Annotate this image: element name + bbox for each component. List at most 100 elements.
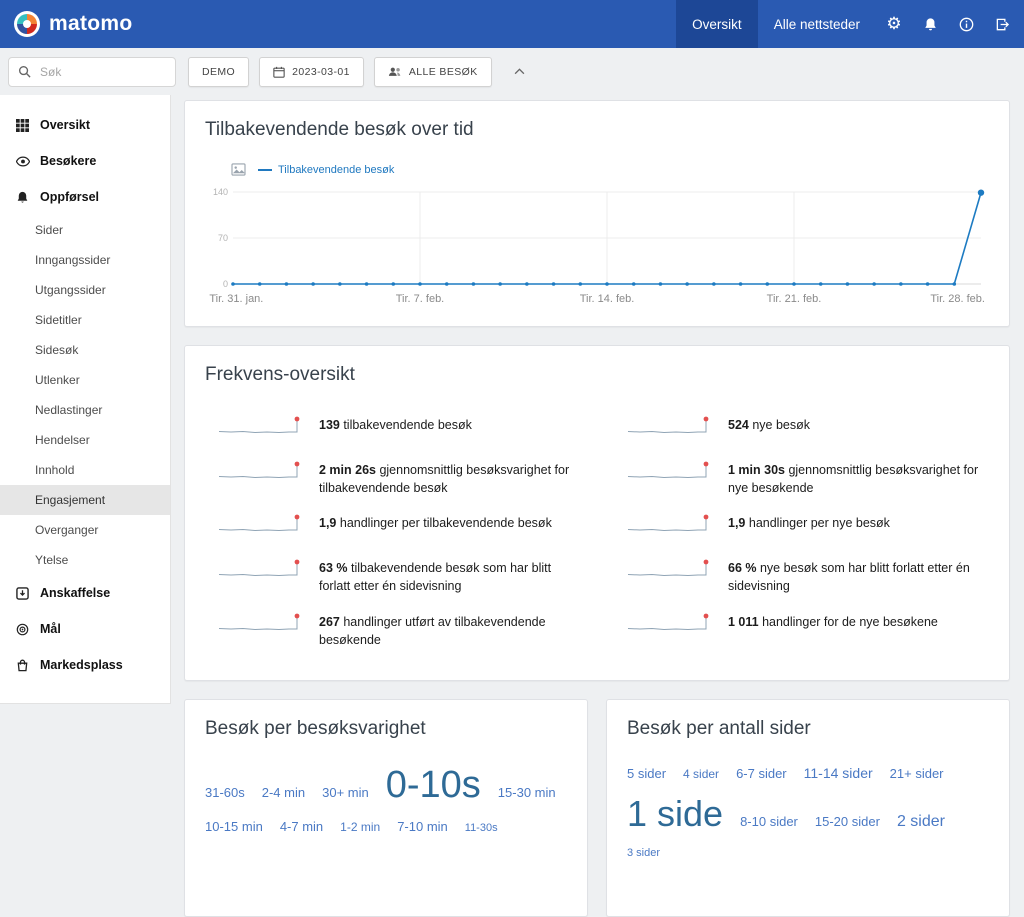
frequency-stat-row: 1,9 handlinger per tilbakevendende besøk [217, 510, 580, 542]
sidebar-item-label: Besøkere [40, 154, 96, 168]
sidebar-item-label: Inngangssider [35, 253, 110, 267]
svg-text:0: 0 [223, 279, 228, 289]
frequency-grid: 139 tilbakevendende besøk 2 min 26s gjenn… [205, 386, 989, 670]
cloud-word-2-4-min[interactable]: 2-4 min [262, 786, 305, 799]
cloud-word-2-sider[interactable]: 2 sider [897, 814, 945, 830]
cloud-word-1-side[interactable]: 1 side [627, 796, 723, 832]
sparkline-chart[interactable] [626, 609, 714, 641]
cloud-word-15-20-sider[interactable]: 15-20 sider [815, 815, 880, 828]
cloud-word-5-sider[interactable]: 5 sider [627, 767, 666, 780]
sidebar-item-markedsplass[interactable]: Markedsplass [0, 647, 170, 683]
sidebar-item-ytelse[interactable]: Ytelse [0, 545, 170, 575]
frequency-card: Frekvens-oversikt 139 tilbakevendende be… [184, 345, 1010, 681]
stat-text: 2 min 26s gjennomsnittlig besøksvarighet… [319, 457, 580, 497]
cloud-word-30-min[interactable]: 30+ min [322, 786, 369, 799]
calendar-icon [273, 66, 285, 78]
sidebar-item-engasjement[interactable]: Engasjement [0, 485, 170, 515]
chart-legend[interactable]: Tilbakevendende besøk [258, 164, 394, 176]
sparkline-chart[interactable] [217, 555, 305, 587]
cloud-word-31-60s[interactable]: 31-60s [205, 786, 245, 799]
cloud-word-11-14-sider[interactable]: 11-14 sider [804, 766, 873, 780]
sparkline-chart[interactable] [626, 510, 714, 542]
nav-tab-oversikt[interactable]: Oversikt [676, 0, 758, 48]
svg-text:70: 70 [218, 233, 228, 243]
sidebar-item-overganger[interactable]: Overganger [0, 515, 170, 545]
visit-duration-card: Besøk per besøksvarighet 31-60s2-4 min30… [184, 699, 588, 917]
sidebar-item-oppf-rsel[interactable]: Oppførsel [0, 179, 170, 215]
brand-name: matomo [49, 12, 132, 36]
sidebar-item-sidetitler[interactable]: Sidetitler [0, 305, 170, 335]
collapse-header-button[interactable] [508, 60, 532, 84]
evolution-line-chart[interactable]: 140700 [205, 182, 989, 290]
search-icon [18, 65, 31, 78]
sidebar-item-anskaffelse[interactable]: Anskaffelse [0, 575, 170, 611]
cloud-word-1-2-min[interactable]: 1-2 min [340, 821, 380, 833]
stat-value: 1,9 [319, 516, 336, 530]
search-box[interactable] [8, 57, 176, 87]
cloud-word-0-10s[interactable]: 0-10s [386, 766, 481, 804]
legend-swatch [258, 169, 272, 171]
sidebar-item-label: Overganger [35, 523, 98, 537]
search-input[interactable] [38, 64, 166, 80]
sparkline-chart[interactable] [626, 457, 714, 489]
sparkline-chart[interactable] [217, 609, 305, 641]
matomo-logo-icon [14, 11, 40, 37]
sidebar-item-label: Utlenker [35, 373, 80, 387]
frequency-stat-row: 66 % nye besøk som har blitt forlatt ett… [626, 555, 989, 595]
stat-text: 139 tilbakevendende besøk [319, 412, 472, 434]
cloud-word-6-7-sider[interactable]: 6-7 sider [736, 767, 787, 780]
cloud-word-21-sider[interactable]: 21+ sider [890, 767, 944, 780]
frequency-column-new: 524 nye besøk1 min 30s gjennomsnittlig b… [626, 412, 989, 662]
matomo-brand[interactable]: matomo [14, 11, 132, 37]
sparkline-chart[interactable] [217, 510, 305, 542]
stat-value: 1,9 [728, 516, 745, 530]
sidebar-item-label: Nedlastinger [35, 403, 102, 417]
date-range-button[interactable]: 2023-03-01 [259, 57, 364, 87]
settings-gear-icon[interactable]: ⚙ [876, 0, 912, 48]
sidebar-item-inngangssider[interactable]: Inngangssider [0, 245, 170, 275]
cloud-word-10-15-min[interactable]: 10-15 min [205, 820, 263, 833]
stat-value: 63 % [319, 561, 348, 575]
stat-value: 267 [319, 615, 340, 629]
main-panel: Tilbakevendende besøk over tid Tilbakeve… [171, 95, 1024, 917]
site-selector-label: DEMO [202, 66, 235, 78]
frequency-stat-row: 1 011 handlinger for de nye besøkene [626, 609, 989, 641]
logout-icon[interactable] [984, 0, 1020, 48]
sparkline-chart[interactable] [626, 555, 714, 587]
sidebar-item-nedlastinger[interactable]: Nedlastinger [0, 395, 170, 425]
sidebar-item-utgangssider[interactable]: Utgangssider [0, 275, 170, 305]
stat-text: 1 011 handlinger for de nye besøkene [728, 609, 938, 631]
sidebar-item-hendelser[interactable]: Hendelser [0, 425, 170, 455]
export-image-icon[interactable] [231, 163, 246, 176]
cloud-word-3-sider[interactable]: 3 sider [627, 848, 660, 859]
sidebar-item-sides-k[interactable]: Sidesøk [0, 335, 170, 365]
segment-selector-button[interactable]: ALLE BESØK [374, 57, 492, 87]
sparkline-chart[interactable] [217, 457, 305, 489]
sidebar-item-sider[interactable]: Sider [0, 215, 170, 245]
legend-label: Tilbakevendende besøk [278, 164, 394, 176]
info-icon[interactable] [948, 0, 984, 48]
stat-text: 1 min 30s gjennomsnittlig besøksvarighet… [728, 457, 989, 497]
sidebar-item-m-l[interactable]: Mål [0, 611, 170, 647]
sparkline-chart[interactable] [217, 412, 305, 444]
cloud-word-7-10-min[interactable]: 7-10 min [397, 820, 448, 833]
sidebar-item-innhold[interactable]: Innhold [0, 455, 170, 485]
stat-text: 267 handlinger utført av tilbakevendende… [319, 609, 580, 649]
cloud-word-4-7-min[interactable]: 4-7 min [280, 820, 323, 833]
sidebar-item-oversikt[interactable]: Oversikt [0, 107, 170, 143]
cloud-word-4-sider[interactable]: 4 sider [683, 768, 719, 780]
nav-tab-alle-nettsteder[interactable]: Alle nettsteder [758, 0, 876, 48]
site-selector-button[interactable]: DEMO [188, 57, 249, 87]
cloud-word-11-30s[interactable]: 11-30s [465, 823, 498, 834]
sparkline-chart[interactable] [626, 412, 714, 444]
sidebar-item-utlenker[interactable]: Utlenker [0, 365, 170, 395]
x-axis-label: Tir. 7. feb. [396, 293, 445, 305]
x-axis-label: Tir. 28. feb. [930, 293, 985, 305]
sidebar-item-bes-kere[interactable]: Besøkere [0, 143, 170, 179]
sidebar-item-label: Ytelse [35, 553, 68, 567]
cloud-word-8-10-sider[interactable]: 8-10 sider [740, 815, 798, 828]
x-axis-labels: Tir. 31. jan.Tir. 7. feb.Tir. 14. feb.Ti… [205, 290, 989, 306]
notifications-bell-icon[interactable] [912, 0, 948, 48]
stat-value: 1 min 30s [728, 463, 785, 477]
cloud-word-15-30-min[interactable]: 15-30 min [498, 786, 556, 799]
